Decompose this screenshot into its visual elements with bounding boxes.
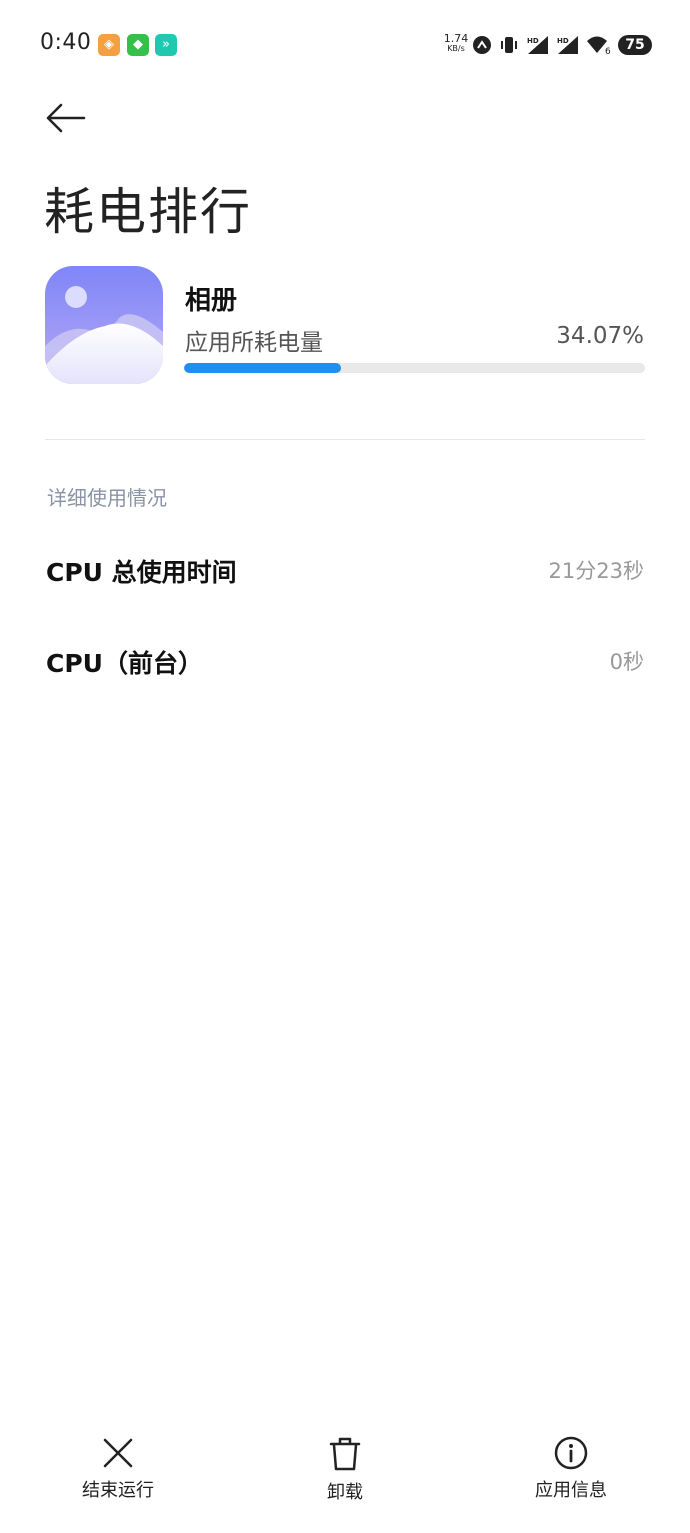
info-icon [554,1436,588,1470]
detail-row-cpu-foreground: CPU（前台） 0秒 [46,632,644,692]
app-info-label: 应用信息 [535,1480,607,1501]
detail-label: CPU（前台） [46,649,203,678]
page-title: 耗电排行 [44,183,252,241]
usage-label: 应用所耗电量 [185,330,323,356]
usage-progress-fill [184,363,342,373]
app-name: 相册 [185,286,238,316]
battery-indicator: 75 [618,35,652,55]
usage-percent: 34.07% [556,323,644,349]
uninstall-button[interactable]: 卸载 [275,1436,415,1516]
signal-1-icon: HD [527,36,548,54]
nfc-icon [473,36,491,54]
security-app-icon: ◆ [127,34,149,56]
trash-icon [329,1437,361,1471]
network-speed: 1.74 KB/s [443,32,469,54]
back-button[interactable] [44,96,88,140]
detail-row-cpu-total: CPU 总使用时间 21分23秒 [46,541,644,601]
vibrate-icon [501,37,517,53]
network-speed-unit: KB/s [447,44,465,53]
divider [45,439,645,440]
detail-label: CPU 总使用时间 [46,558,237,587]
app-info-button[interactable]: 应用信息 [501,1436,641,1516]
forward-app-icon: » [155,34,177,56]
detail-value: 0秒 [609,650,644,674]
close-icon [103,1438,133,1468]
signal-2-icon: HD [557,36,578,54]
status-time: 0:40 [40,30,92,55]
usage-progress-bar [184,363,645,373]
wifi-badge: 6 [605,47,611,55]
status-bar: 0:40 ◈ ◆ » 1.74 KB/s HD HD 6 75 [0,0,690,90]
force-stop-label: 结束运行 [82,1480,154,1501]
uninstall-label: 卸载 [327,1482,363,1503]
arrow-left-icon [46,103,86,133]
svg-text:HD: HD [557,37,569,45]
network-speed-value: 1.74 [443,32,469,45]
force-stop-button[interactable]: 结束运行 [48,1436,188,1516]
gallery-app-icon [45,266,163,384]
section-header: 详细使用情况 [47,486,167,510]
svg-text:HD: HD [527,37,539,45]
notification-app-icon: ◈ [98,34,120,56]
wifi-icon: 6 [587,36,611,55]
detail-value: 21分23秒 [548,559,644,583]
